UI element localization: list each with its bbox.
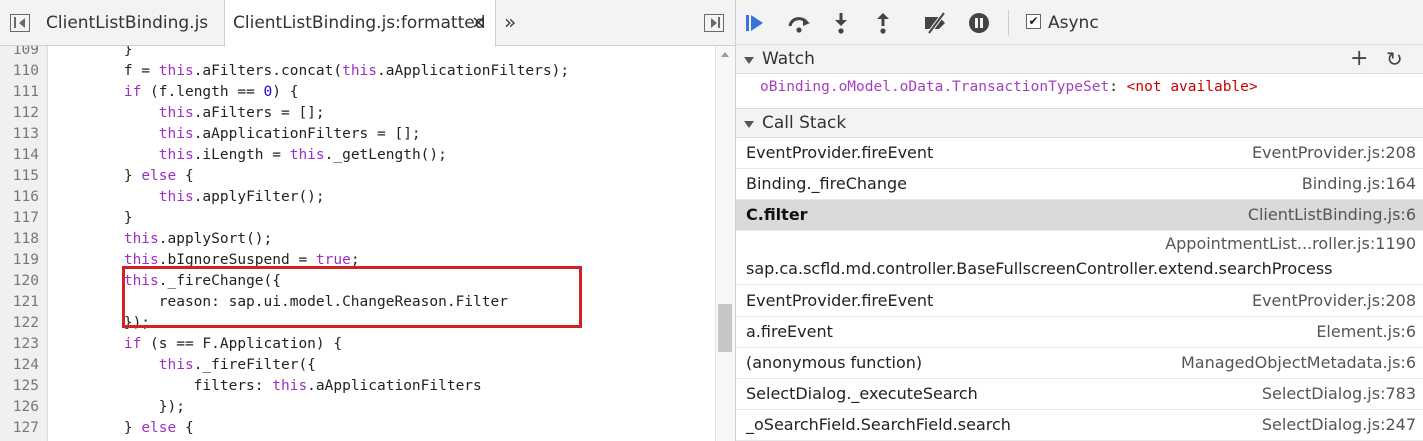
call-stack-frame[interactable]: a.fireEvent Element.js:6 bbox=[736, 317, 1423, 348]
frame-function-name: a.fireEvent bbox=[746, 322, 833, 341]
call-stack-frame[interactable]: C.filter ClientListBinding.js:6 bbox=[736, 200, 1423, 231]
code-line[interactable]: f = this.aFilters.concat(this.aApplicati… bbox=[54, 61, 569, 82]
frame-location[interactable]: EventProvider.js:208 bbox=[1252, 286, 1416, 316]
call-stack-section-header[interactable]: Call Stack bbox=[736, 108, 1423, 138]
code-line[interactable]: if (s == F.Application) { bbox=[54, 334, 342, 355]
watch-expression-value: <not available> bbox=[1126, 79, 1258, 95]
debugger-sidebar: ✔ Async Watch + ↻ oBinding.oModel.oData.… bbox=[735, 0, 1423, 441]
line-number[interactable]: 114 bbox=[0, 145, 48, 166]
line-number[interactable]: 124 bbox=[0, 355, 48, 376]
frame-function-name: _oSearchField.SearchField.search bbox=[746, 415, 1011, 434]
line-number[interactable]: 117 bbox=[0, 208, 48, 229]
watch-section-header[interactable]: Watch + ↻ bbox=[736, 44, 1423, 74]
tab-client-list-binding-formatted[interactable]: ClientListBinding.js:formatted × bbox=[224, 0, 496, 47]
line-number[interactable]: 121 bbox=[0, 292, 48, 313]
watch-title: Watch bbox=[762, 49, 815, 69]
call-stack-frame[interactable]: _oSearchField.SearchField.search SelectDi… bbox=[736, 410, 1423, 441]
frame-location[interactable]: Element.js:6 bbox=[1316, 317, 1416, 347]
vertical-scrollbar[interactable] bbox=[715, 46, 735, 441]
line-number[interactable]: 123 bbox=[0, 334, 48, 355]
code-line[interactable]: } else { bbox=[54, 166, 194, 187]
call-stack-frame[interactable]: EventProvider.fireEvent EventProvider.js:… bbox=[736, 286, 1423, 317]
code-line[interactable]: }); bbox=[54, 397, 185, 418]
code-line[interactable]: filters: this.aApplicationFilters bbox=[54, 376, 482, 397]
step-over-icon[interactable] bbox=[786, 11, 812, 35]
frame-location[interactable]: AppointmentList...roller.js:1190 bbox=[1165, 232, 1416, 256]
scroll-up-icon[interactable] bbox=[721, 52, 729, 57]
code-line[interactable]: this.applyFilter(); bbox=[54, 187, 325, 208]
line-number[interactable]: 109 bbox=[0, 46, 48, 61]
frame-location[interactable]: SelectDialog.js:247 bbox=[1262, 410, 1416, 440]
overflow-icon[interactable]: » bbox=[504, 0, 516, 44]
scrollbar-thumb[interactable] bbox=[718, 304, 732, 352]
line-number[interactable]: 115 bbox=[0, 166, 48, 187]
close-icon[interactable]: × bbox=[471, 0, 486, 46]
step-into-icon[interactable] bbox=[828, 11, 854, 35]
source-editor-pane: ClientListBinding.js ClientListBinding.j… bbox=[0, 0, 735, 441]
frame-function-name: C.filter bbox=[746, 205, 808, 224]
frame-function-name: EventProvider.fireEvent bbox=[746, 291, 934, 310]
line-number[interactable]: 110 bbox=[0, 61, 48, 82]
code-line[interactable]: this.applySort(); bbox=[54, 229, 272, 250]
frame-location[interactable]: Binding.js:164 bbox=[1302, 169, 1416, 199]
annotation-highlight-box bbox=[122, 266, 582, 328]
code-line[interactable]: } bbox=[54, 46, 133, 61]
frame-function-name: SelectDialog._executeSearch bbox=[746, 384, 978, 403]
line-number[interactable]: 120 bbox=[0, 271, 48, 292]
frame-function-name: Binding._fireChange bbox=[746, 174, 907, 193]
watch-expression[interactable]: oBinding.oModel.oData.TransactionTypeSet… bbox=[760, 76, 1258, 98]
code-view[interactable]: 109 } 110 f = this.aFilters.concat(this.a… bbox=[0, 46, 715, 441]
line-number[interactable]: 122 bbox=[0, 313, 48, 334]
frame-location[interactable]: ClientListBinding.js:6 bbox=[1248, 200, 1416, 230]
line-number[interactable]: 118 bbox=[0, 229, 48, 250]
call-stack-title: Call Stack bbox=[762, 113, 847, 133]
navigator-toggle-icon[interactable] bbox=[10, 14, 30, 32]
frame-location[interactable]: EventProvider.js:208 bbox=[1252, 138, 1416, 168]
frame-function-name: (anonymous function) bbox=[746, 353, 923, 372]
call-stack-frame[interactable]: sap.ca.scfld.md.controller.BaseFullscree… bbox=[736, 231, 1423, 285]
collapse-arrow-icon bbox=[744, 121, 754, 128]
line-number[interactable]: 126 bbox=[0, 397, 48, 418]
sidebar-toggle-icon[interactable] bbox=[704, 14, 724, 32]
line-number[interactable]: 125 bbox=[0, 376, 48, 397]
toolbar-divider bbox=[1008, 10, 1009, 36]
collapse-arrow-icon bbox=[744, 57, 754, 64]
add-icon[interactable]: + bbox=[1350, 45, 1368, 73]
line-number[interactable]: 116 bbox=[0, 187, 48, 208]
code-line[interactable]: this.aFilters = []; bbox=[54, 103, 325, 124]
watch-expression-name: oBinding.oModel.oData.TransactionTypeSet bbox=[760, 79, 1110, 95]
frame-function-name: sap.ca.scfld.md.controller.BaseFullscree… bbox=[746, 259, 1333, 278]
tab-label: ClientListBinding.js:formatted bbox=[233, 13, 486, 33]
code-line[interactable]: if (f.length == 0) { bbox=[54, 82, 299, 103]
resume-icon[interactable] bbox=[744, 11, 770, 35]
code-line[interactable]: } else { bbox=[54, 418, 194, 439]
line-number[interactable]: 111 bbox=[0, 82, 48, 103]
step-out-icon[interactable] bbox=[870, 11, 896, 35]
line-number[interactable]: 119 bbox=[0, 250, 48, 271]
deactivate-breakpoints-icon[interactable] bbox=[922, 11, 948, 35]
frame-location[interactable]: ManagedObjectMetadata.js:6 bbox=[1181, 348, 1416, 378]
frame-location[interactable]: SelectDialog.js:783 bbox=[1262, 379, 1416, 409]
debugger-toolbar: ✔ Async bbox=[736, 0, 1423, 46]
call-stack-frame[interactable]: SelectDialog._executeSearch SelectDialog.… bbox=[736, 379, 1423, 410]
frame-function-name: EventProvider.fireEvent bbox=[746, 143, 934, 162]
call-stack-frame[interactable]: EventProvider.fireEvent EventProvider.js:… bbox=[736, 138, 1423, 169]
line-number[interactable]: 112 bbox=[0, 103, 48, 124]
code-line[interactable]: this._fireFilter({ bbox=[54, 355, 316, 376]
tab-client-list-binding[interactable]: ClientListBinding.js bbox=[46, 0, 208, 46]
code-line[interactable]: this.iLength = this._getLength(); bbox=[54, 145, 447, 166]
refresh-icon[interactable]: ↻ bbox=[1386, 45, 1403, 73]
checkbox-icon[interactable]: ✔ bbox=[1026, 14, 1041, 29]
async-label[interactable]: Async bbox=[1048, 0, 1099, 46]
call-stack-frame[interactable]: Binding._fireChange Binding.js:164 bbox=[736, 169, 1423, 200]
code-line[interactable]: } bbox=[54, 208, 133, 229]
editor-tab-bar: ClientListBinding.js ClientListBinding.j… bbox=[0, 0, 735, 47]
watch-separator: : bbox=[1109, 79, 1127, 95]
call-stack-frame[interactable]: (anonymous function) ManagedObjectMetadat… bbox=[736, 348, 1423, 379]
pause-on-exceptions-icon[interactable] bbox=[966, 11, 992, 35]
code-line[interactable]: this.aApplicationFilters = []; bbox=[54, 124, 421, 145]
line-number[interactable]: 127 bbox=[0, 418, 48, 439]
line-number[interactable]: 113 bbox=[0, 124, 48, 145]
